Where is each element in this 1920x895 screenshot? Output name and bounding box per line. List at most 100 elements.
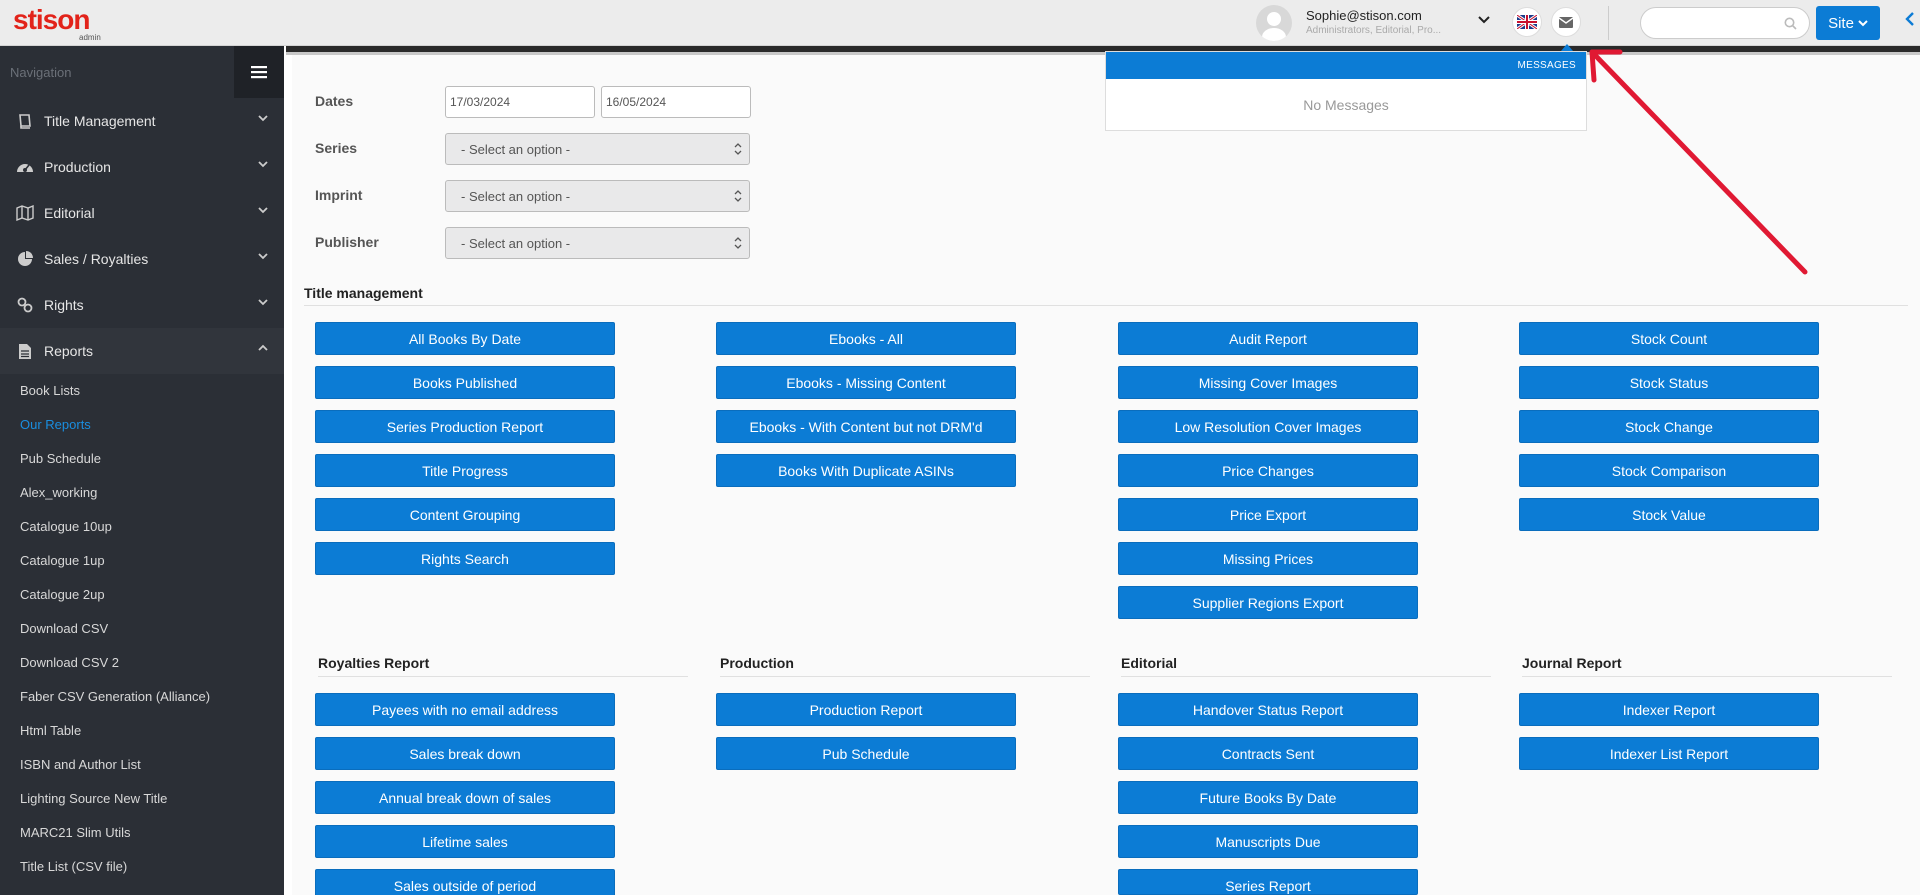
sidebar-item-label: Reports (44, 343, 94, 359)
report-button[interactable]: Payees with no email address (315, 693, 615, 726)
submenu-item[interactable]: Catalogue 1up (0, 544, 284, 578)
sidebar-item-editorial[interactable]: Editorial (0, 190, 284, 236)
section-title-royalties: Royalties Report (318, 655, 430, 671)
avatar[interactable] (1256, 5, 1292, 41)
user-roles: Administrators, Editorial, Pro... (1306, 25, 1442, 36)
report-button[interactable]: Future Books By Date (1118, 781, 1418, 814)
language-flag-button[interactable] (1512, 7, 1542, 37)
report-button[interactable]: Ebooks - Missing Content (716, 366, 1016, 399)
submenu-item[interactable]: Alex_working (0, 476, 284, 510)
report-button[interactable]: Production Report (716, 693, 1016, 726)
submenu-item[interactable]: Book Lists (0, 374, 284, 408)
sidebar-item-sales-royalties[interactable]: Sales / Royalties (0, 236, 284, 282)
submenu-item[interactable]: Title List (CSV file) (0, 850, 284, 884)
submenu-item[interactable]: Catalogue 2up (0, 578, 284, 612)
report-button[interactable]: Stock Count (1519, 322, 1819, 355)
report-button[interactable]: Series Report (1118, 869, 1418, 895)
report-button[interactable]: Indexer Report (1519, 693, 1819, 726)
site-dropdown-button[interactable]: Site (1816, 6, 1880, 40)
report-button[interactable]: Lifetime sales (315, 825, 615, 858)
report-button[interactable]: Books Published (315, 366, 615, 399)
report-button[interactable]: Stock Comparison (1519, 454, 1819, 487)
section-title-production: Production (720, 655, 794, 671)
report-button[interactable]: Stock Status (1519, 366, 1819, 399)
sidebar-edge (284, 46, 292, 895)
report-button[interactable]: Rights Search (315, 542, 615, 575)
annotation-arrow (1589, 49, 1808, 275)
report-button[interactable]: Stock Value (1519, 498, 1819, 531)
report-button[interactable]: Handover Status Report (1118, 693, 1418, 726)
series-select[interactable]: - Select an option - (445, 133, 750, 165)
submenu-item[interactable]: Catalogue 10up (0, 510, 284, 544)
dropdown-caret (1561, 44, 1573, 51)
imprint-label: Imprint (315, 187, 363, 203)
report-button[interactable]: Audit Report (1118, 322, 1418, 355)
book-icon (14, 113, 36, 129)
uk-flag-icon (1517, 15, 1537, 29)
report-button[interactable]: Sales outside of period (315, 869, 615, 895)
imprint-select[interactable]: - Select an option - (445, 180, 750, 212)
messages-header: MESSAGES (1106, 52, 1586, 79)
search-input[interactable] (1640, 7, 1810, 39)
site-button-label: Site (1828, 14, 1854, 32)
report-button[interactable]: Indexer List Report (1519, 737, 1819, 770)
report-button[interactable]: Annual break down of sales (315, 781, 615, 814)
report-button[interactable]: Low Resolution Cover Images (1118, 410, 1418, 443)
sidebar-item-production[interactable]: Production (0, 144, 284, 190)
report-button[interactable]: Ebooks - With Content but not DRM'd (716, 410, 1016, 443)
section-divider (1121, 676, 1491, 677)
chevron-down-icon (258, 299, 268, 306)
sidebar-item-title-management[interactable]: Title Management (0, 98, 284, 144)
chevron-left-icon[interactable] (1905, 12, 1915, 31)
report-button[interactable]: Series Production Report (315, 410, 615, 443)
report-button[interactable]: Contracts Sent (1118, 737, 1418, 770)
file-icon (14, 343, 36, 360)
report-button[interactable]: Title Progress (315, 454, 615, 487)
submenu-item[interactable]: Faber CSV Generation (Alliance) (0, 680, 284, 714)
chevron-down-icon (258, 253, 268, 260)
report-button[interactable]: Sales break down (315, 737, 615, 770)
report-button[interactable]: Pub Schedule (716, 737, 1016, 770)
submenu-item[interactable]: Download CSV 2 (0, 646, 284, 680)
nav-header: Navigation (0, 46, 284, 98)
report-button[interactable]: Price Changes (1118, 454, 1418, 487)
report-button[interactable]: Supplier Regions Export (1118, 586, 1418, 619)
messages-button[interactable] (1551, 7, 1581, 37)
submenu-item[interactable]: MARC21 Slim Utils (0, 816, 284, 850)
content-top-border-shadow (286, 52, 1920, 55)
report-button[interactable]: All Books By Date (315, 322, 615, 355)
submenu-item[interactable]: Lighting Source New Title (0, 782, 284, 816)
section-divider (720, 676, 1090, 677)
report-button[interactable]: Manuscripts Due (1118, 825, 1418, 858)
report-button[interactable]: Books With Duplicate ASINs (716, 454, 1016, 487)
logo-text: stison (13, 4, 90, 35)
sidebar-item-reports[interactable]: Reports (0, 328, 284, 374)
chevron-down-icon (1858, 20, 1868, 27)
pie-chart-icon (14, 251, 36, 267)
chevron-down-icon (258, 207, 268, 214)
report-button[interactable]: Ebooks - All (716, 322, 1016, 355)
submenu-item[interactable]: Pub Schedule (0, 442, 284, 476)
report-button[interactable]: Price Export (1118, 498, 1418, 531)
sidebar-item-label: Sales / Royalties (44, 251, 149, 267)
logo[interactable]: stison admin (13, 4, 103, 43)
sidebar-item-rights[interactable]: Rights (0, 282, 284, 328)
sidebar-item-label: Editorial (44, 205, 95, 221)
nav-title: Navigation (10, 65, 72, 80)
chevron-down-icon (258, 115, 268, 122)
submenu-item-active[interactable]: Our Reports (0, 408, 284, 442)
date-from-input[interactable]: 17/03/2024 (445, 86, 595, 118)
menu-toggle-button[interactable] (234, 46, 284, 98)
user-menu-chevron-icon[interactable] (1478, 13, 1490, 28)
date-to-input[interactable]: 16/05/2024 (601, 86, 751, 118)
report-button[interactable]: Missing Prices (1118, 542, 1418, 575)
report-button[interactable]: Missing Cover Images (1118, 366, 1418, 399)
report-button[interactable]: Stock Change (1519, 410, 1819, 443)
imprint-select-value: - Select an option - (461, 189, 571, 204)
publisher-select[interactable]: - Select an option - (445, 227, 750, 259)
report-button[interactable]: Content Grouping (315, 498, 615, 531)
submenu-item[interactable]: ISBN and Author List (0, 748, 284, 782)
submenu-item[interactable]: Download CSV (0, 612, 284, 646)
user-email[interactable]: Sophie@stison.com (1306, 8, 1422, 23)
submenu-item[interactable]: Html Table (0, 714, 284, 748)
